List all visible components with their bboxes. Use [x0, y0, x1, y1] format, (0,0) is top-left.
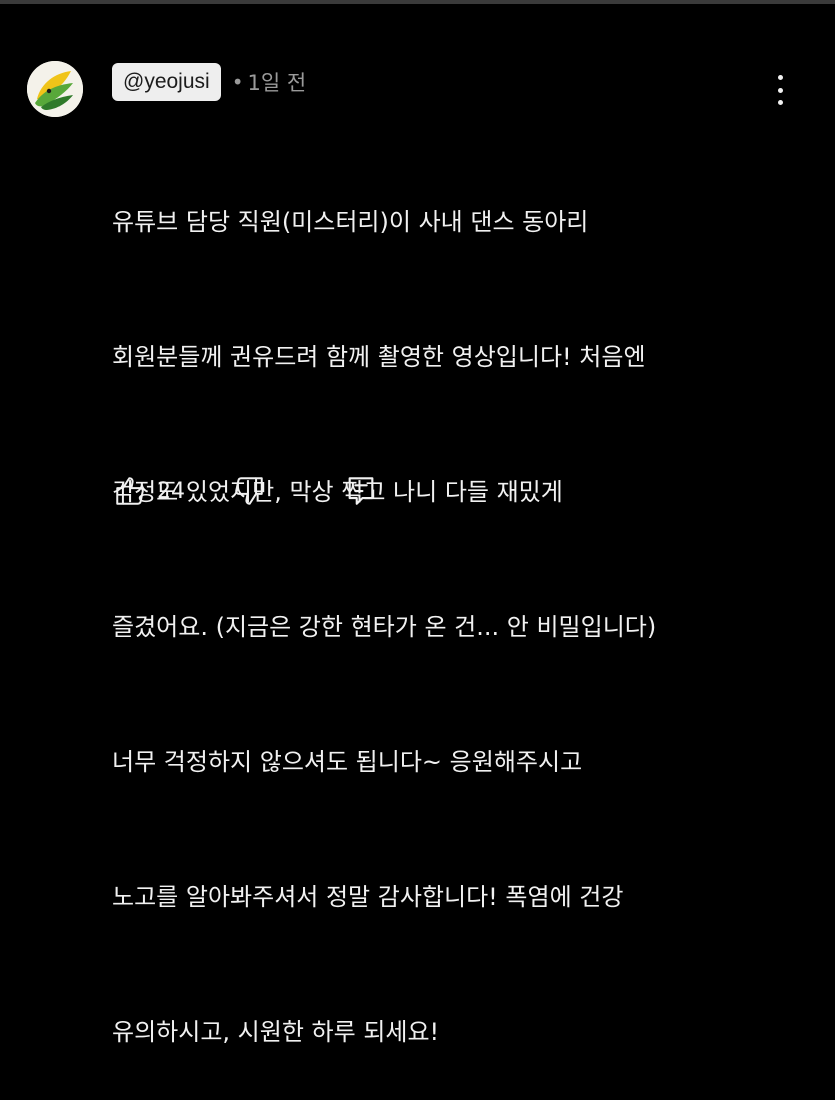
more-vertical-icon-dot	[777, 87, 783, 93]
reply-comment-icon	[348, 477, 374, 505]
comment-line: 너무 걱정하지 않으셔도 됩니다~ 응원해주시고	[112, 748, 583, 776]
comment-text: 유튜브 담당 직원(미스터리)이 사내 댄스 동아리 회원분들께 권유드려 함께…	[112, 110, 802, 1100]
like-count: 24	[157, 478, 185, 504]
more-vertical-icon-dot	[777, 75, 783, 80]
thumbs-down-icon	[235, 477, 263, 505]
comment-line: 노고를 알아봐주셔서 정말 감사합니다! 폭염에 건강	[112, 883, 624, 911]
comment-timestamp[interactable]: 1일 전	[247, 67, 306, 97]
comment-line: 즐겼어요. (지금은 강한 현타가 온 건... 안 비밀입니다)	[112, 613, 657, 641]
avatar-logo-icon	[27, 61, 83, 117]
more-vertical-icon-dot	[777, 100, 783, 105]
comment-line: 유튜브 담당 직원(미스터리)이 사내 댄스 동아리	[112, 208, 589, 236]
comment-line: 유의하시고, 시원한 하루 되세요!	[112, 1018, 440, 1046]
dislike-button[interactable]	[231, 471, 267, 511]
comment-actions: 24	[112, 470, 379, 512]
comment-line: 회원분들께 권유드려 함께 촬영한 영상입니다! 처음엔	[112, 343, 646, 371]
thumbs-up-icon	[116, 477, 144, 505]
comment-header: @yeojusi • 1일 전	[112, 63, 306, 101]
meta-separator: •	[231, 70, 244, 94]
like-button[interactable]	[112, 471, 148, 511]
top-divider	[0, 0, 835, 4]
author-avatar[interactable]	[27, 61, 83, 117]
author-handle[interactable]: @yeojusi	[112, 63, 221, 101]
more-options-button[interactable]	[768, 73, 792, 107]
reply-button[interactable]	[343, 471, 379, 511]
